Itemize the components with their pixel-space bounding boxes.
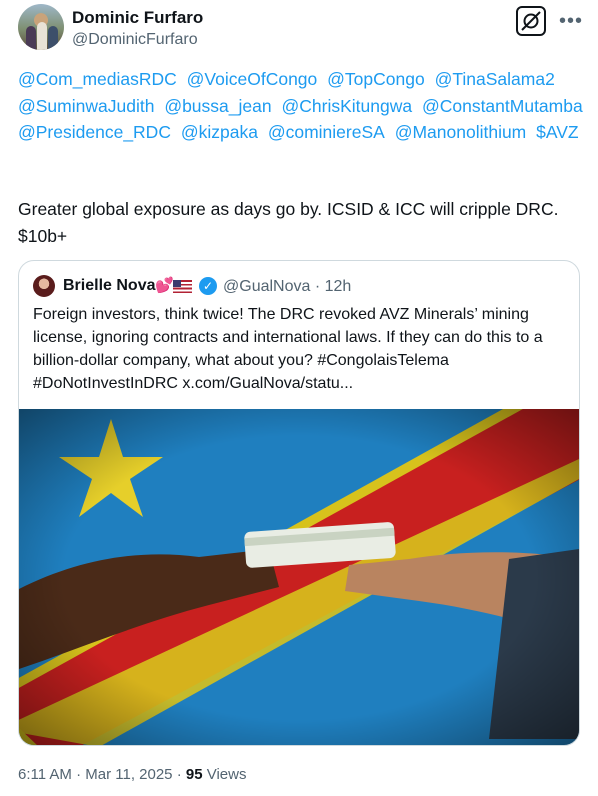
us-flag-icon bbox=[173, 280, 192, 293]
grok-icon[interactable] bbox=[516, 6, 546, 36]
mention-link[interactable]: @cominiereSA bbox=[268, 122, 385, 142]
mention-link[interactable]: @Presidence_RDC bbox=[18, 122, 171, 142]
quoted-handle: @GualNova · 12h bbox=[223, 278, 352, 295]
tweet-meta: 6:11 AM · Mar 11, 2025 · 95 Views bbox=[18, 766, 246, 783]
author-avatar[interactable] bbox=[18, 4, 64, 50]
quoted-name: Brielle Nova bbox=[63, 277, 156, 294]
quoted-tweet[interactable]: Brielle Nova 💕 ✓ @GualNova · 12h Foreign… bbox=[18, 260, 580, 746]
tweet-header: Dominic Furfaro @DominicFurfaro ••• bbox=[18, 4, 584, 56]
mention-link[interactable]: @TopCongo bbox=[327, 69, 425, 89]
author-name[interactable]: Dominic Furfaro bbox=[72, 8, 203, 28]
mention-list: @Com_mediasRDC @VoiceOfCongo @TopCongo @… bbox=[18, 66, 588, 146]
quoted-image[interactable] bbox=[19, 409, 579, 745]
mention-link[interactable]: @ConstantMutamba bbox=[422, 96, 583, 116]
tweet-timestamp[interactable]: 6:11 AM · Mar 11, 2025 · bbox=[18, 766, 186, 783]
mention-link[interactable]: @ChrisKitungwa bbox=[281, 96, 412, 116]
author-handle[interactable]: @DominicFurfaro bbox=[72, 31, 198, 49]
tweet-text: Greater global exposure as days go by. I… bbox=[18, 199, 559, 246]
cashtag-link[interactable]: $AVZ bbox=[536, 122, 578, 142]
verified-badge-icon: ✓ bbox=[199, 277, 217, 295]
mention-link[interactable]: @kizpaka bbox=[181, 122, 258, 142]
mention-link[interactable]: @Com_mediasRDC bbox=[18, 69, 177, 89]
mention-link[interactable]: @TinaSalama2 bbox=[435, 69, 555, 89]
views-count: 95 bbox=[185, 766, 203, 783]
mention-link[interactable]: @Manonolithium bbox=[395, 122, 527, 142]
quoted-text: Foreign investors, think twice! The DRC … bbox=[33, 306, 543, 392]
mention-link[interactable]: @SuminwaJudith bbox=[18, 96, 154, 116]
mention-link[interactable]: @bussa_jean bbox=[164, 96, 271, 116]
mention-link[interactable]: @VoiceOfCongo bbox=[187, 69, 318, 89]
quoted-avatar bbox=[33, 275, 55, 297]
more-icon[interactable]: ••• bbox=[559, 6, 583, 36]
heart-emoji-icon: 💕 bbox=[155, 277, 174, 294]
views-label: Views bbox=[202, 766, 247, 783]
